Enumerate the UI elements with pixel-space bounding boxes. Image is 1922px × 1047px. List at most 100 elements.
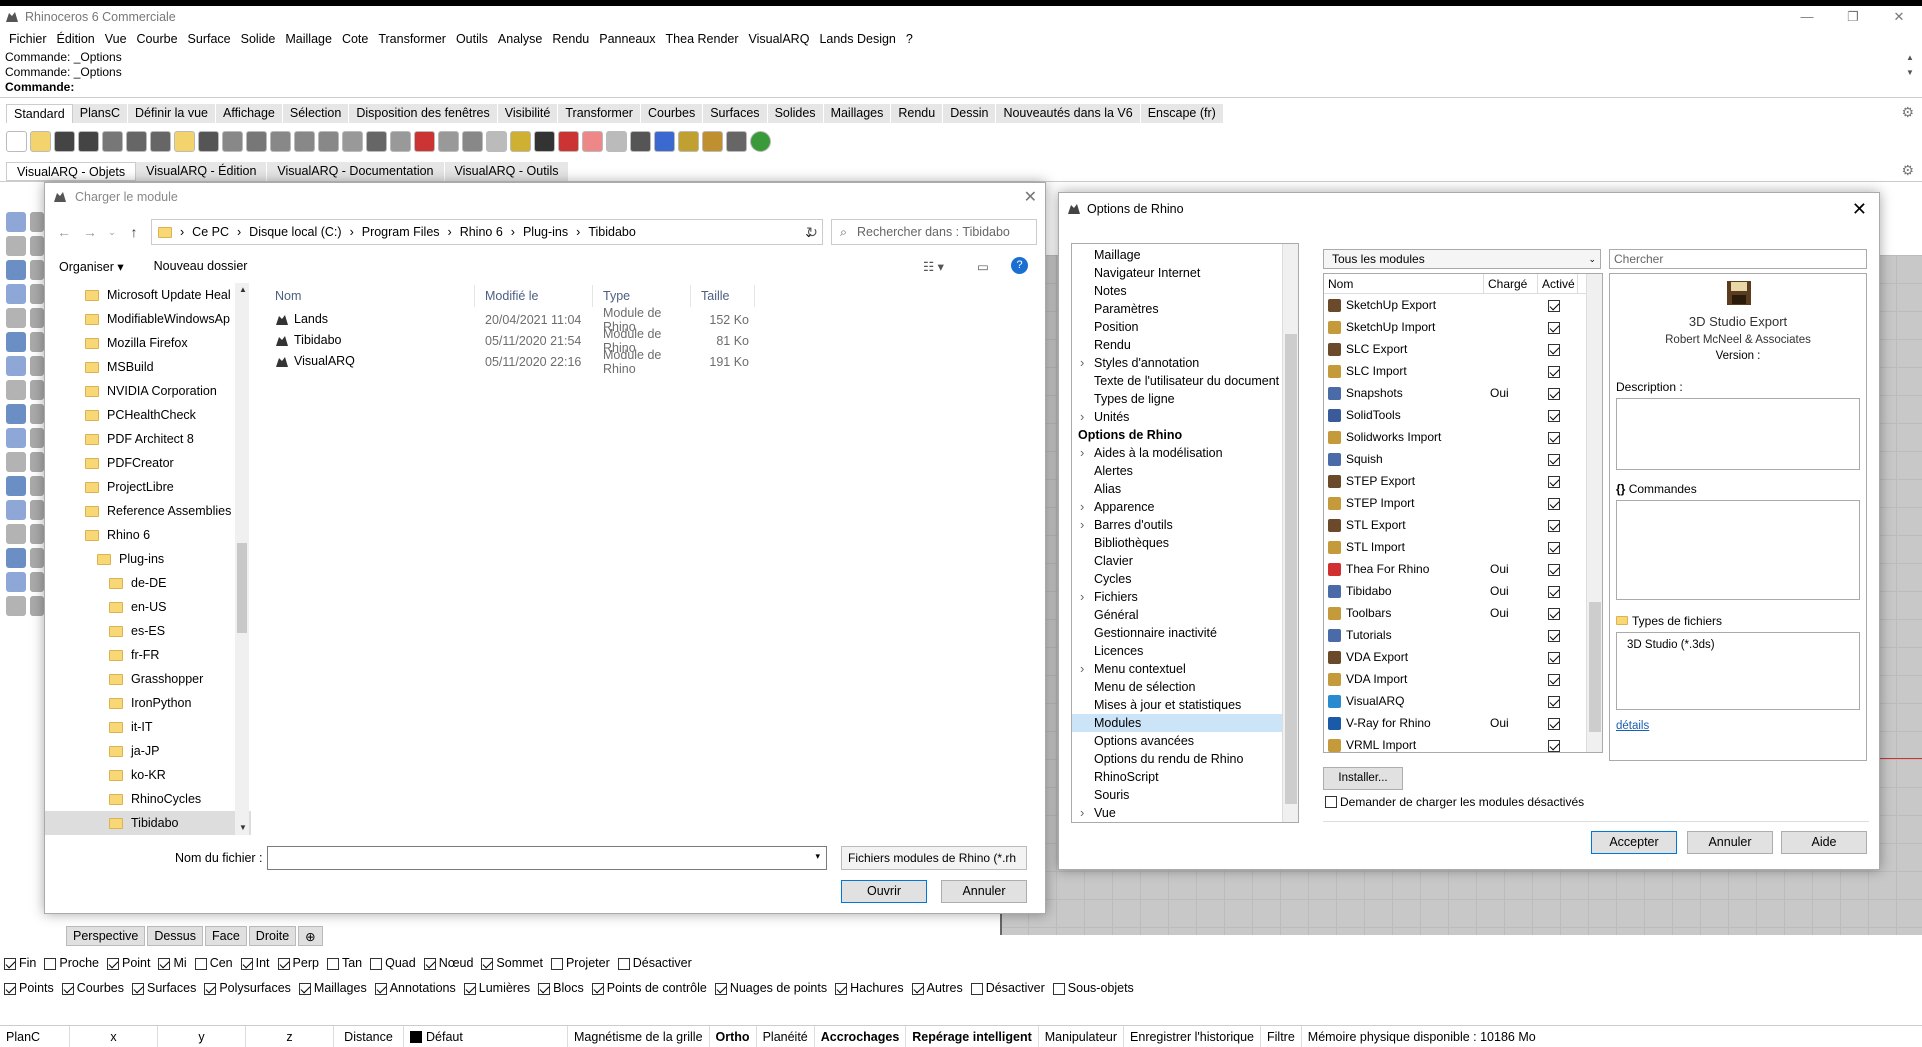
- cancel-button[interactable]: Annuler: [941, 880, 1027, 903]
- snap-checkbox[interactable]: [132, 982, 144, 995]
- chevron-right-icon[interactable]: ›: [1080, 354, 1084, 372]
- tree-item[interactable]: PDFCreator: [45, 451, 251, 475]
- toolbar-tab[interactable]: Nouveautés dans la V6: [996, 104, 1141, 123]
- view-options-icon[interactable]: ☷ ▾: [923, 259, 944, 274]
- options-tree-item[interactable]: Alias: [1072, 480, 1298, 498]
- snap-option[interactable]: Points: [4, 981, 54, 995]
- toolbar-tab[interactable]: Maillages: [823, 104, 892, 123]
- status-history[interactable]: Enregistrer l'historique: [1124, 1025, 1261, 1047]
- module-enabled[interactable]: [1538, 518, 1578, 532]
- boolean-icon[interactable]: [6, 428, 26, 448]
- extrude-icon[interactable]: [30, 380, 44, 400]
- tree-item[interactable]: IronPython: [45, 691, 251, 715]
- snap-checkbox[interactable]: [463, 982, 476, 995]
- render-tool-icon[interactable]: [30, 596, 44, 616]
- ask-load-checkbox[interactable]: [1325, 796, 1337, 808]
- command-prompt[interactable]: Commande:: [5, 80, 1922, 95]
- snap-checkbox[interactable]: [481, 957, 494, 970]
- snap-checkbox[interactable]: [326, 957, 339, 970]
- visualarq-tab[interactable]: VisualARQ - Outils: [444, 162, 570, 181]
- viewport-layout-icon[interactable]: [390, 130, 411, 152]
- preview-pane-icon[interactable]: ▭: [977, 259, 989, 274]
- analyze-icon[interactable]: [6, 572, 26, 592]
- import-icon[interactable]: [102, 130, 123, 152]
- options-tree-item[interactable]: Général: [1072, 606, 1298, 624]
- module-enabled-checkbox[interactable]: [1548, 717, 1560, 730]
- chevron-right-icon[interactable]: ›: [1080, 444, 1084, 462]
- snap-option[interactable]: Lumières: [463, 981, 530, 995]
- menu-item[interactable]: Outils: [451, 32, 493, 46]
- snap-option[interactable]: Perp: [277, 956, 319, 970]
- module-row[interactable]: Toolbars Oui: [1324, 602, 1602, 624]
- tree-item[interactable]: NVIDIA Corporation: [45, 379, 251, 403]
- options-tree-item[interactable]: Options du rendu de Rhino: [1072, 750, 1298, 768]
- grasshopper-icon[interactable]: [726, 130, 747, 152]
- module-enabled-checkbox[interactable]: [1548, 475, 1560, 488]
- options-tree-item[interactable]: Maillage: [1072, 246, 1298, 264]
- breadcrumb-item[interactable]: Program Files: [362, 225, 440, 239]
- extrude-icon[interactable]: [6, 380, 26, 400]
- options-tree-item[interactable]: Clavier: [1072, 552, 1298, 570]
- options-tree-item[interactable]: Options de Rhino: [1072, 426, 1298, 444]
- options-tree-item[interactable]: Types de ligne: [1072, 390, 1298, 408]
- move-icon[interactable]: [30, 524, 44, 544]
- module-row[interactable]: VDA Import: [1324, 668, 1602, 690]
- toolbar-tab[interactable]: Courbes: [640, 104, 704, 123]
- snap-option[interactable]: Fin: [4, 956, 36, 970]
- tree-item[interactable]: it-IT: [45, 715, 251, 739]
- polyline-icon[interactable]: [6, 236, 26, 256]
- visualarq-tab[interactable]: VisualARQ - Objets: [6, 162, 137, 181]
- menu-item[interactable]: Courbe: [132, 32, 183, 46]
- snap-checkbox[interactable]: [44, 957, 57, 970]
- zoom-icon[interactable]: [270, 130, 291, 152]
- help-icon[interactable]: [750, 130, 771, 152]
- back-icon[interactable]: ←: [53, 219, 75, 245]
- options-tree-item[interactable]: Navigateur Internet: [1072, 264, 1298, 282]
- snap-option[interactable]: Courbes: [61, 981, 124, 995]
- details-link[interactable]: détails: [1616, 720, 1649, 732]
- render-icon[interactable]: [630, 130, 651, 152]
- options-tree-item[interactable]: Modules: [1072, 714, 1298, 732]
- options-tree-item[interactable]: › Vue: [1072, 804, 1298, 822]
- snap-option[interactable]: Quad: [370, 956, 416, 970]
- module-row[interactable]: VisualARQ: [1324, 690, 1602, 712]
- breadcrumb-item[interactable]: Plug-ins: [523, 225, 568, 239]
- menu-item[interactable]: Rendu: [547, 32, 594, 46]
- help-icon[interactable]: ?: [1011, 257, 1028, 274]
- module-enabled[interactable]: [1538, 408, 1578, 422]
- snap-checkbox[interactable]: [617, 957, 630, 970]
- mesh-icon[interactable]: [6, 476, 26, 496]
- menu-item[interactable]: Fichier: [4, 32, 52, 46]
- toolbar-tab[interactable]: Définir la vue: [128, 104, 216, 123]
- options-tree-item[interactable]: Notes: [1072, 282, 1298, 300]
- module-row[interactable]: STL Import: [1324, 536, 1602, 558]
- polyline-icon[interactable]: [30, 236, 44, 256]
- module-enabled[interactable]: [1538, 584, 1578, 598]
- module-enabled[interactable]: [1538, 496, 1578, 510]
- snap-checkbox[interactable]: [204, 982, 217, 995]
- filename-input[interactable]: ▾: [267, 846, 827, 870]
- module-enabled[interactable]: [1538, 386, 1578, 400]
- options-tree-item[interactable]: Menu de sélection: [1072, 678, 1298, 696]
- options-tree-item[interactable]: › Barres d'outils: [1072, 516, 1298, 534]
- toolbar-tab[interactable]: Affichage: [215, 104, 283, 123]
- breadcrumb-item[interactable]: Tibidabo: [588, 225, 636, 239]
- snap-option[interactable]: Désactiver: [617, 956, 692, 970]
- add-viewport-icon[interactable]: ⊕: [298, 926, 323, 946]
- car-icon[interactable]: [414, 130, 435, 152]
- module-enabled[interactable]: [1538, 562, 1578, 576]
- toolbar-tab[interactable]: Dessin: [943, 104, 997, 123]
- organize-button[interactable]: Organiser ▾: [59, 259, 124, 274]
- toolbar-tab[interactable]: Visibilité: [497, 104, 559, 123]
- status-plane[interactable]: PlanC: [0, 1025, 70, 1047]
- snap-option[interactable]: Polysurfaces: [204, 981, 291, 995]
- toolbar-tab[interactable]: Sélection: [282, 104, 350, 123]
- select-icon[interactable]: [486, 130, 507, 152]
- snap-option[interactable]: Sous-objets: [1052, 981, 1134, 995]
- scroll-up-icon[interactable]: ▲: [239, 285, 247, 294]
- options-tree-item[interactable]: › Unités: [1072, 408, 1298, 426]
- module-row[interactable]: VRML Import: [1324, 734, 1602, 752]
- module-enabled-checkbox[interactable]: [1548, 387, 1560, 400]
- module-enabled[interactable]: [1538, 298, 1578, 312]
- snap-option[interactable]: Int: [240, 956, 270, 970]
